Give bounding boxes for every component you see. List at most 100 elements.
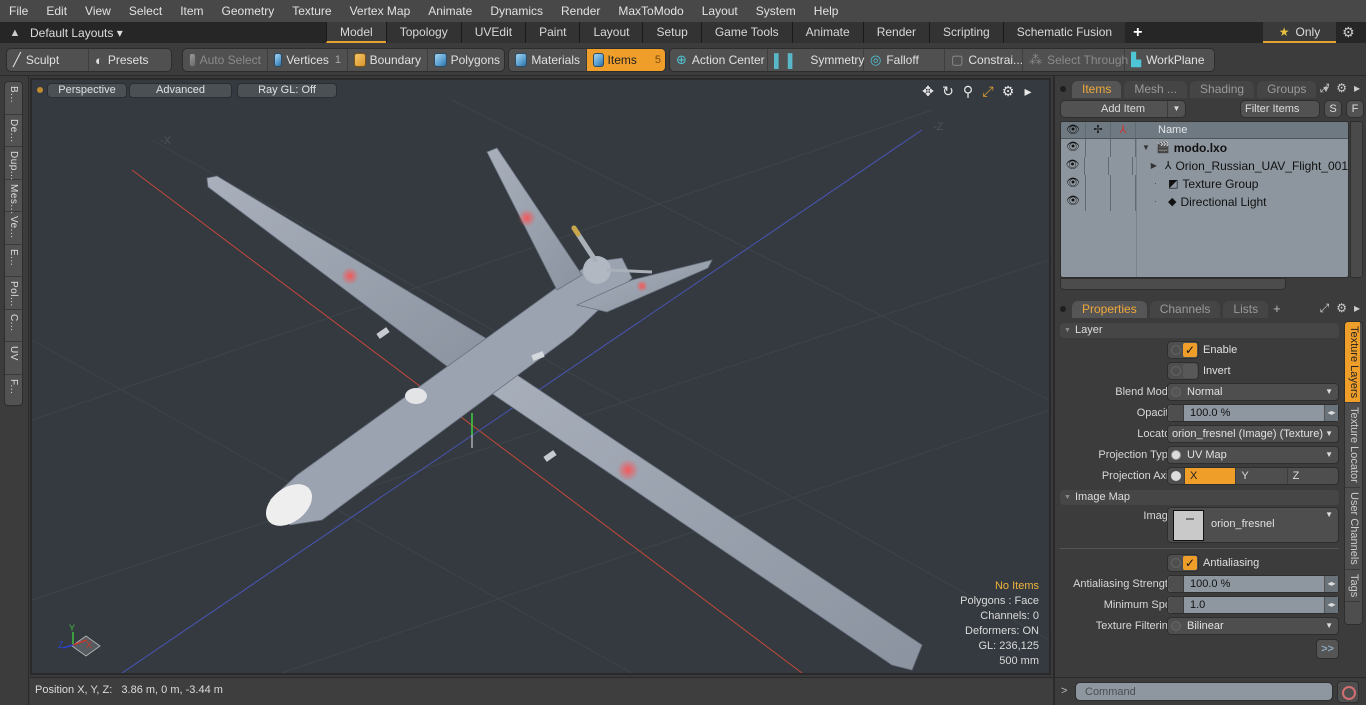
left-tool-tab[interactable]: De... (5, 115, 22, 147)
axis-z-button[interactable]: Z (1286, 468, 1338, 484)
side-tab-tags[interactable]: Tags (1345, 570, 1360, 602)
opacity-input[interactable]: 100.0 % ◂▸ (1167, 404, 1339, 422)
viewport-expand-arrow-icon[interactable]: ▸ (1021, 83, 1035, 100)
raygl-button[interactable]: Ray GL: Off (237, 83, 337, 98)
layout-tab-model[interactable]: Model (326, 22, 386, 43)
auto-select-button[interactable]: Auto Select (183, 49, 268, 71)
menu-item[interactable]: Item (171, 0, 212, 22)
menu-texture[interactable]: Texture (283, 0, 340, 22)
left-tool-tab[interactable]: C... (5, 310, 22, 342)
side-tab-texture-locator[interactable]: Texture Locator (1345, 403, 1360, 488)
lock-column-icon[interactable]: ✢ (1086, 122, 1111, 138)
tree-item-name[interactable]: · ◩ Texture Group (1136, 175, 1258, 193)
command-input[interactable] (1075, 682, 1333, 701)
left-tool-tab[interactable]: Dup... (5, 147, 22, 181)
collapse-arrow-icon[interactable]: ▼ (1142, 139, 1156, 157)
workplane-button[interactable]: ▙ WorkPlane (1125, 49, 1214, 71)
left-tool-tab[interactable]: UV (5, 342, 22, 375)
layout-tab-game-tools[interactable]: Game Tools (700, 22, 792, 43)
slider-arrows-icon[interactable]: ◂▸ (1324, 597, 1338, 613)
aa-strength-input[interactable]: 100.0 % ◂▸ (1167, 575, 1339, 593)
gear-icon[interactable]: ⚙ (1342, 24, 1355, 41)
3d-viewport[interactable]: -X -Z Y X Z Perspective Advanced Ray GL:… (30, 78, 1051, 675)
boundary-button[interactable]: Boundary (348, 49, 428, 71)
constraints-button[interactable]: ▢ Constrai... (945, 49, 1024, 71)
select-through-button[interactable]: ⁂ Select Through (1023, 49, 1128, 71)
image-select[interactable]: orion_fresnel ▼ (1167, 507, 1339, 543)
falloff-button[interactable]: ◎ Falloff (864, 49, 946, 71)
min-spot-input[interactable]: 1.0 ◂▸ (1167, 596, 1339, 614)
left-tool-tab[interactable]: Pol... (5, 277, 22, 310)
shading-mode-button[interactable]: Advanced (129, 83, 232, 98)
layout-tab-scripting[interactable]: Scripting (929, 22, 1003, 43)
layer-section-header[interactable]: Layer (1060, 323, 1339, 338)
layout-tab-animate[interactable]: Animate (791, 22, 863, 43)
items-panel-tab-groups[interactable]: Groups (1257, 81, 1317, 98)
viewport-gear-icon[interactable]: ⚙ (1001, 83, 1015, 100)
name-column-header[interactable]: Name (1136, 122, 1187, 138)
maximize-panel-icon[interactable]: ⤢ (1320, 301, 1330, 316)
lock-cell[interactable] (1086, 193, 1111, 211)
lock-cell[interactable] (1085, 157, 1109, 175)
panel-expand-arrow-icon[interactable]: ▸ (1354, 301, 1360, 316)
tree-item-name[interactable]: ▼ 🎬 modo.lxo (1136, 139, 1227, 157)
menu-dynamics[interactable]: Dynamics (481, 0, 552, 22)
tree-row[interactable]: 👁 · ◩ Texture Group (1061, 175, 1348, 193)
symmetry-button[interactable]: ▌▐ Symmetry (768, 49, 864, 71)
invert-toggle[interactable] (1167, 362, 1199, 380)
panel-gear-icon[interactable]: ⚙ (1336, 81, 1347, 96)
maximize-panel-icon[interactable]: ⤢ (1320, 81, 1330, 96)
locator-select[interactable]: orion_fresnel (Image) (Texture) ▼ (1167, 425, 1339, 443)
add-panel-tab-button[interactable]: + (1273, 301, 1281, 316)
tree-row[interactable]: 👁 ▶ ⅄ Orion_Russian_UAV_Flight_001 (1061, 157, 1348, 175)
items-panel-tab-items[interactable]: Items (1072, 81, 1122, 98)
sculpt-button[interactable]: ╱ Sculpt (7, 49, 89, 71)
layout-tab-layout[interactable]: Layout (579, 22, 643, 43)
panel-menu-dot[interactable] (1060, 86, 1066, 92)
menu-vertex-map[interactable]: Vertex Map (341, 0, 420, 22)
action-center-button[interactable]: ⊕ Action Center (670, 49, 768, 71)
properties-panel-tab-channels[interactable]: Channels (1149, 301, 1221, 318)
scene-canvas[interactable]: -X -Z Y X Z (32, 80, 1049, 673)
antialiasing-toggle[interactable]: ✓ (1167, 554, 1199, 572)
add-layout-tab-button[interactable]: + (1125, 24, 1150, 42)
left-tool-tab[interactable]: Mes... (5, 180, 22, 214)
presets-button[interactable]: ◐ Presets (89, 49, 171, 71)
lock-cell[interactable] (1086, 139, 1111, 157)
texture-filtering-select[interactable]: Bilinear ▼ (1167, 617, 1339, 635)
tree-item-name[interactable]: ▶ ⅄ Orion_Russian_UAV_Flight_001 (1133, 157, 1348, 175)
tree-item-name[interactable]: · ◆ Directional Light (1136, 193, 1267, 211)
menu-file[interactable]: File (0, 0, 37, 22)
type-column-icon[interactable]: ⅄ (1111, 122, 1136, 138)
collapse-toolbar-icon[interactable]: ▲ (0, 27, 30, 39)
filter-items-input[interactable]: Filter Items (1240, 100, 1320, 118)
layout-tab-setup[interactable]: Setup (642, 22, 701, 43)
menu-layout[interactable]: Layout (693, 0, 747, 22)
materials-button[interactable]: Materials (509, 49, 587, 71)
projection-type-select[interactable]: UV Map ▼ (1167, 446, 1339, 464)
menu-view[interactable]: View (76, 0, 120, 22)
menu-select[interactable]: Select (120, 0, 171, 22)
visibility-eye-icon[interactable]: 👁 (1061, 193, 1086, 211)
more-properties-button[interactable]: >> (1316, 639, 1339, 659)
panel-menu-dot[interactable] (1060, 306, 1066, 312)
layout-tab-uvedit[interactable]: UVEdit (460, 22, 526, 43)
left-tool-tab[interactable]: E... (5, 245, 22, 277)
view-mode-button[interactable]: Perspective (47, 83, 127, 98)
visibility-eye-icon[interactable]: 👁 (1061, 175, 1086, 193)
axis-y-button[interactable]: Y (1235, 468, 1286, 484)
rotate-icon[interactable]: ↻ (941, 83, 955, 100)
tree-row[interactable]: 👁 ▼ 🎬 modo.lxo (1061, 139, 1348, 157)
uav-model[interactable] (206, 147, 923, 671)
items-panel-tab-shading[interactable]: Shading (1190, 81, 1255, 98)
layout-tab-topology[interactable]: Topology (385, 22, 461, 43)
f-toggle-button[interactable]: F (1346, 100, 1364, 118)
vertices-button[interactable]: Vertices 1 (268, 49, 348, 71)
layouts-dropdown[interactable]: Default Layouts ▾ (30, 26, 326, 40)
s-toggle-button[interactable]: S (1324, 100, 1342, 118)
menu-system[interactable]: System (747, 0, 805, 22)
add-item-button[interactable]: Add Item ▼ (1060, 100, 1186, 118)
tree-horizontal-scrollbar[interactable] (1060, 278, 1286, 290)
panel-gear-icon[interactable]: ⚙ (1336, 301, 1347, 316)
antialiasing-checkbox[interactable]: ✓ Antialiasing (1167, 554, 1259, 572)
